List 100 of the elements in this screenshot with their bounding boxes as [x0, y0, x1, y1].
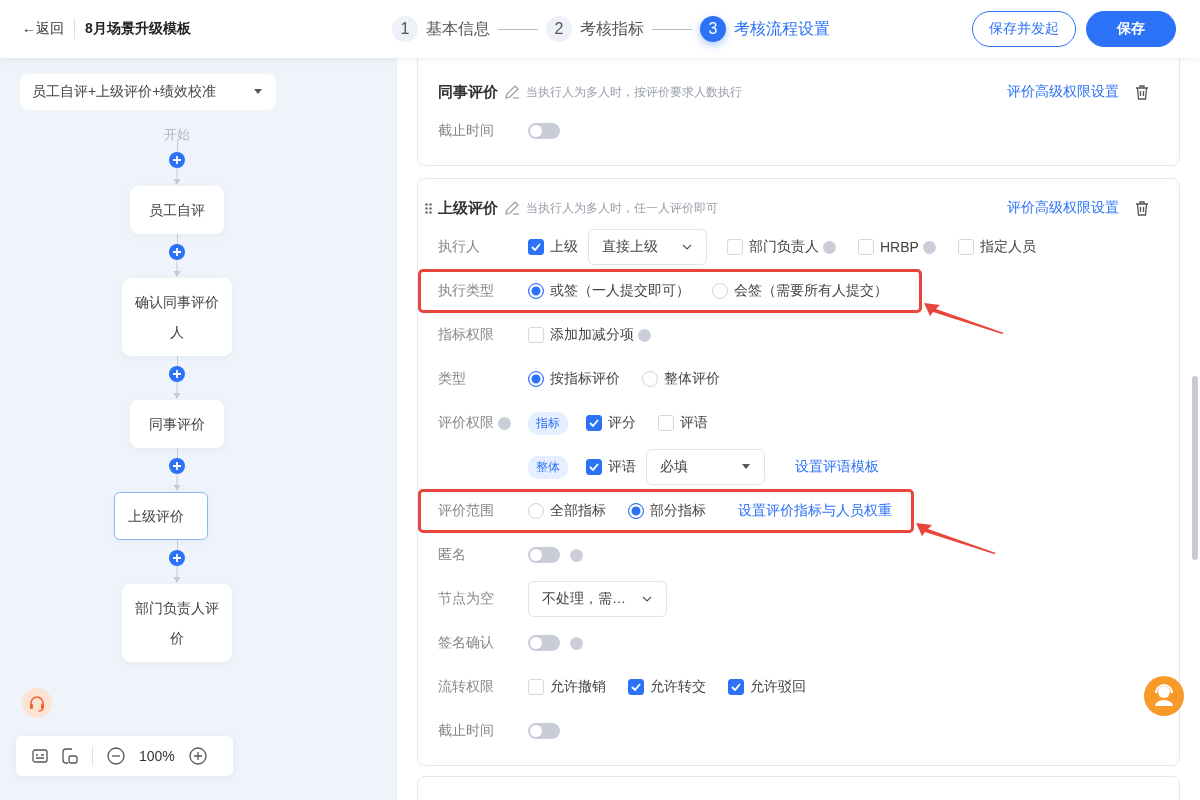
checkbox-option[interactable]: 评分: [586, 414, 636, 432]
radio-option[interactable]: 整体评价: [642, 370, 720, 388]
check-icon: [589, 419, 599, 427]
check-icon: [589, 463, 599, 471]
field-label: 匿名: [438, 546, 466, 564]
trash-icon[interactable]: [1135, 200, 1149, 216]
check-icon: [731, 683, 741, 691]
check-icon: [631, 683, 641, 691]
add-node-icon[interactable]: [169, 458, 185, 474]
select-field[interactable]: 直接上级: [588, 229, 707, 265]
node-title: 上级评价: [438, 198, 498, 218]
field-label: 执行人: [438, 238, 480, 256]
flow-node[interactable]: 部门负责人评价: [122, 584, 232, 662]
checkbox-option[interactable]: 部门负责人: [727, 238, 819, 256]
scrollbar-thumb[interactable]: [1192, 376, 1198, 560]
toggle-switch[interactable]: [528, 547, 560, 563]
caret-icon: [254, 89, 262, 95]
select-field[interactable]: 不处理，需…: [528, 581, 667, 617]
step-number: 3: [700, 16, 726, 42]
help-icon[interactable]: [570, 636, 583, 650]
radio-option[interactable]: 或签（一人提交即可）: [528, 282, 690, 300]
help-icon[interactable]: [498, 416, 511, 430]
arrow-down-icon: [173, 168, 181, 186]
help-icon[interactable]: [570, 548, 583, 562]
node-hint: 当执行人为多人时，任一人评价即可: [526, 199, 718, 217]
fit-view-icon[interactable]: [62, 748, 78, 764]
field-label: 评价范围: [438, 502, 494, 520]
zoom-out-icon[interactable]: [107, 747, 125, 765]
scope-tag: 指标: [528, 411, 568, 435]
edit-icon[interactable]: [504, 200, 520, 216]
save-and-start-button[interactable]: 保存并发起: [972, 11, 1076, 47]
step-number: 1: [392, 16, 418, 42]
settings-link[interactable]: 设置评价指标与人员权重: [738, 502, 892, 520]
checkbox-option[interactable]: HRBP: [858, 239, 919, 255]
field-label: 节点为空: [438, 590, 494, 608]
select-field[interactable]: 必填: [646, 449, 765, 485]
field-label: 指标权限: [438, 326, 494, 344]
help-icon[interactable]: [638, 328, 651, 342]
checkbox-option[interactable]: 允许驳回: [728, 678, 806, 696]
headset-icon[interactable]: [22, 688, 52, 718]
caret-icon: [742, 464, 750, 470]
advanced-settings-link[interactable]: 评价高级权限设置: [1007, 83, 1119, 101]
help-icon[interactable]: [823, 240, 836, 254]
checkbox-option[interactable]: 评语: [586, 458, 636, 476]
checkbox-option[interactable]: 允许撤销: [528, 678, 606, 696]
check-icon: [531, 243, 541, 251]
help-icon[interactable]: [922, 240, 936, 254]
back-link[interactable]: ←返回: [22, 20, 64, 38]
step-tab[interactable]: 考核流程设置: [734, 18, 830, 40]
node-hint: 当执行人为多人时，按评价要求人数执行: [526, 83, 742, 101]
zoom-level: 100%: [139, 748, 175, 764]
toggle-switch[interactable]: [528, 635, 560, 651]
save-button[interactable]: 保存: [1086, 11, 1176, 47]
page-title: 8月场景升级模板: [85, 20, 191, 38]
radio-option[interactable]: 全部指标: [528, 502, 606, 520]
node-title: 同事评价: [438, 82, 498, 102]
drag-handle-icon[interactable]: [425, 202, 432, 214]
add-node-icon[interactable]: [169, 152, 185, 168]
radio-option[interactable]: 会签（需要所有人提交）: [712, 282, 888, 300]
support-agent-icon[interactable]: [1144, 676, 1184, 716]
field-label: 截止时间: [438, 722, 494, 740]
field-label: 评价权限: [438, 414, 494, 432]
toggle-switch[interactable]: [528, 723, 560, 739]
add-node-icon[interactable]: [169, 366, 185, 382]
radio-option[interactable]: 部分指标: [628, 502, 706, 520]
arrow-down-icon: [173, 566, 181, 584]
chevron-down-icon: [682, 244, 692, 250]
field-label: 流转权限: [438, 678, 494, 696]
toggle-switch[interactable]: [528, 123, 560, 139]
radio-option[interactable]: 按指标评价: [528, 370, 620, 388]
flow-node[interactable]: 员工自评: [130, 186, 224, 234]
chevron-down-icon: [642, 596, 652, 602]
minimap-icon[interactable]: [32, 749, 48, 763]
step-number: 2: [546, 16, 572, 42]
field-label: 执行类型: [438, 282, 494, 300]
checkbox-option[interactable]: 指定人员: [957, 238, 1036, 256]
arrow-down-icon: [173, 382, 181, 400]
arrow-down-icon: [173, 474, 181, 492]
start-label: 开始: [164, 128, 190, 142]
zoom-in-icon[interactable]: [188, 747, 207, 765]
arrow-down-icon: [173, 260, 181, 278]
advanced-settings-link[interactable]: 评价高级权限设置: [1007, 199, 1119, 217]
edit-icon[interactable]: [504, 84, 520, 100]
scope-tag: 整体: [528, 455, 568, 479]
flow-node[interactable]: 确认同事评价人: [122, 278, 232, 356]
flow-node[interactable]: 同事评价: [130, 400, 224, 448]
checkbox-option[interactable]: 添加加减分项: [528, 326, 634, 344]
flow-node[interactable]: 上级评价: [114, 492, 208, 540]
step-tab[interactable]: 基本信息: [426, 18, 490, 40]
settings-link[interactable]: 设置评语模板: [795, 458, 879, 476]
field-label: 截止时间: [438, 122, 494, 140]
add-node-icon[interactable]: [169, 550, 185, 566]
checkbox-option[interactable]: 允许转交: [628, 678, 706, 696]
field-label: 签名确认: [438, 634, 494, 652]
step-tab[interactable]: 考核指标: [580, 18, 644, 40]
add-node-icon[interactable]: [169, 244, 185, 260]
checkbox-option[interactable]: 评语: [658, 414, 708, 432]
trash-icon[interactable]: [1135, 84, 1149, 100]
checkbox-option[interactable]: 上级: [528, 238, 578, 256]
template-select[interactable]: 员工自评+上级评价+绩效校准: [20, 74, 276, 110]
